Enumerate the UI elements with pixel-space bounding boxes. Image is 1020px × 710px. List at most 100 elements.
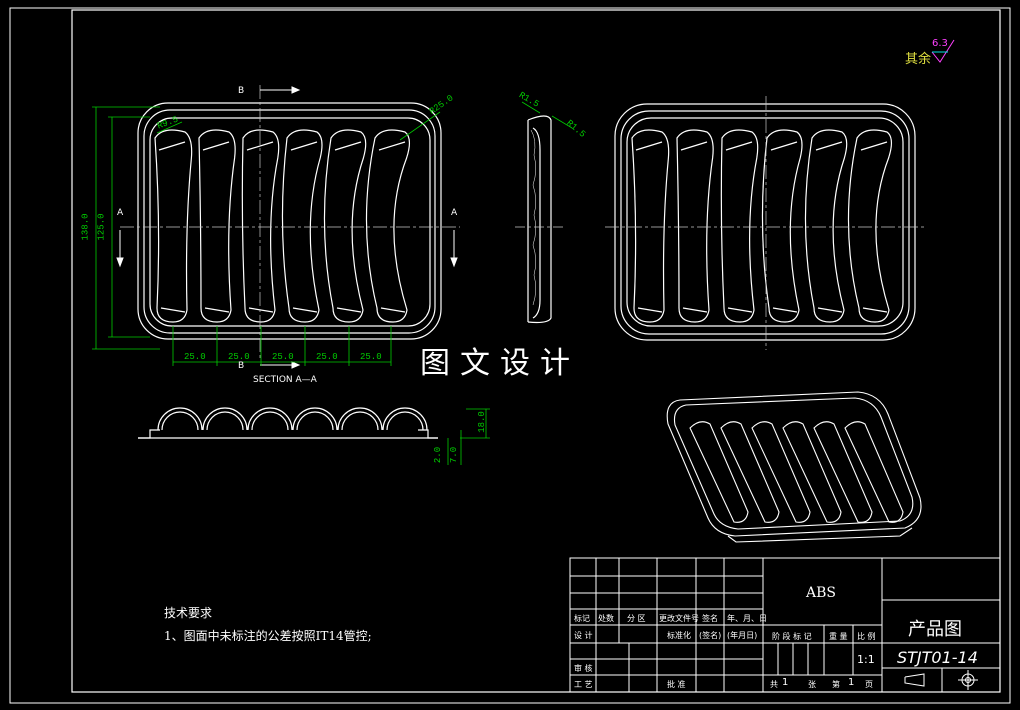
section-bump-outer xyxy=(337,407,383,431)
dim-height-outer: 138.0 xyxy=(80,213,91,241)
tb-sheet-current-label: 第 xyxy=(832,680,840,689)
slot-end-line xyxy=(725,141,753,151)
iso-slot xyxy=(813,421,873,523)
slot-end-line xyxy=(680,141,708,151)
slot-outline xyxy=(631,129,670,323)
slot-end-line xyxy=(682,307,708,313)
slot-end-line xyxy=(158,141,186,151)
isometric-view xyxy=(666,391,922,543)
tb-sheet-total-unit: 张 xyxy=(808,680,816,689)
tb-drawing-no: STJT01-14 xyxy=(897,648,978,667)
iso-slot xyxy=(751,421,811,523)
slot-outline xyxy=(323,129,367,323)
slot-outline xyxy=(720,129,759,323)
front-view xyxy=(137,102,442,340)
tb-scale-header: 比 例 xyxy=(857,632,876,641)
roughness-label: 其余 xyxy=(905,52,932,67)
section-bump-inner xyxy=(386,411,424,431)
section-bump-inner xyxy=(161,411,199,431)
section-mark-a-right: A xyxy=(451,208,458,218)
watermark-banner: 图文设计 xyxy=(420,346,580,381)
slot-end-line xyxy=(202,141,230,151)
tb-drawing-name: 产品图 xyxy=(908,619,962,640)
tb-sheet-current: 1 xyxy=(848,677,855,688)
iso-slot xyxy=(720,421,780,523)
slot-end-line xyxy=(248,307,274,313)
slot-end-line xyxy=(290,141,318,151)
slot-end-line xyxy=(862,307,888,313)
section-bump-inner xyxy=(296,411,334,431)
tb-row-ymd: (年月日) xyxy=(727,631,758,640)
tech-req-item: 1、图面中未标注的公差按照IT14管控; xyxy=(164,629,372,643)
right-view xyxy=(614,103,916,341)
dim-flange-a: 2.0 xyxy=(433,446,444,464)
tb-header-count: 处数 xyxy=(598,614,614,623)
tb-header-mark: 标记 xyxy=(574,614,590,623)
section-bump-outer xyxy=(292,407,338,431)
slot-end-line xyxy=(637,307,663,313)
slot-outline xyxy=(804,129,848,323)
tb-row-sig: (签名) xyxy=(699,631,722,640)
slot-end-line xyxy=(334,141,362,151)
section-bump-outer xyxy=(202,407,248,431)
slot-end-line xyxy=(815,141,843,151)
slot-end-line xyxy=(336,307,362,313)
slot-end-line xyxy=(378,141,406,151)
slot-end-line xyxy=(160,307,186,313)
section-title: SECTION A—A xyxy=(253,375,317,385)
tb-row-approve: 批 准 xyxy=(667,680,686,689)
dim-depth: 18.0 xyxy=(476,411,487,433)
dim-flange-b: 7.0 xyxy=(449,446,460,464)
tb-header-zone: 分 区 xyxy=(627,614,646,623)
section-bump-inner xyxy=(341,411,379,431)
slot-outline xyxy=(847,129,892,323)
iso-slot xyxy=(844,421,904,523)
tb-row-standard: 标准化 xyxy=(667,631,691,640)
tech-req-title: 技术要求 xyxy=(164,606,213,620)
tb-header-change: 更改文件号 xyxy=(659,614,699,623)
iso-slot xyxy=(782,421,842,523)
section-bump-outer xyxy=(157,407,203,431)
slot-outline xyxy=(241,129,280,323)
dim-step-4: 25.0 xyxy=(316,352,338,362)
tb-material: ABS xyxy=(806,585,836,601)
iso-slot xyxy=(689,421,749,523)
tb-weight-header: 重 量 xyxy=(829,632,848,641)
tb-header-date: 年、月、日 xyxy=(727,614,767,623)
section-mark-b-top: B xyxy=(238,86,245,96)
slot-outline xyxy=(676,129,714,323)
section-bump-inner xyxy=(206,411,244,431)
slot-outline xyxy=(198,129,236,323)
slot-end-line xyxy=(860,141,888,151)
slot-end-line xyxy=(772,307,798,313)
slot-end-line xyxy=(635,141,663,151)
tb-row-process: 工 艺 xyxy=(574,680,593,689)
slot-end-line xyxy=(380,307,406,313)
dim-height-inner: 125.0 xyxy=(96,213,107,241)
tb-stage-header: 阶 段 标 记 xyxy=(772,632,812,641)
slot-outline xyxy=(761,129,803,323)
slot-end-line xyxy=(292,307,318,313)
dim-step-5: 25.0 xyxy=(360,352,382,362)
slot-end-line xyxy=(727,307,753,313)
slot-end-line xyxy=(817,307,843,313)
section-mark-a-left: A xyxy=(117,208,124,218)
tb-scale: 1:1 xyxy=(857,653,875,666)
tb-sheet-total: 1 xyxy=(782,677,789,688)
dim-step-1: 25.0 xyxy=(184,352,206,362)
tb-header-sign: 签名 xyxy=(702,614,718,623)
section-bump-outer xyxy=(247,407,293,431)
tb-sheet-current-unit: 页 xyxy=(865,680,873,689)
right-center-lines xyxy=(605,96,925,350)
slot-outline xyxy=(365,129,410,323)
side-section-hatch xyxy=(530,129,536,306)
tb-row-check: 审 核 xyxy=(574,664,593,673)
slot-end-line xyxy=(204,307,230,313)
side-section-view xyxy=(527,115,552,324)
slot-outline xyxy=(154,129,193,323)
dim-step-2: 25.0 xyxy=(228,352,250,362)
section-aa-view xyxy=(138,407,438,439)
dim-step-3: 25.0 xyxy=(272,352,294,362)
slot-end-line xyxy=(770,141,798,151)
tb-row-design: 设 计 xyxy=(574,631,593,640)
